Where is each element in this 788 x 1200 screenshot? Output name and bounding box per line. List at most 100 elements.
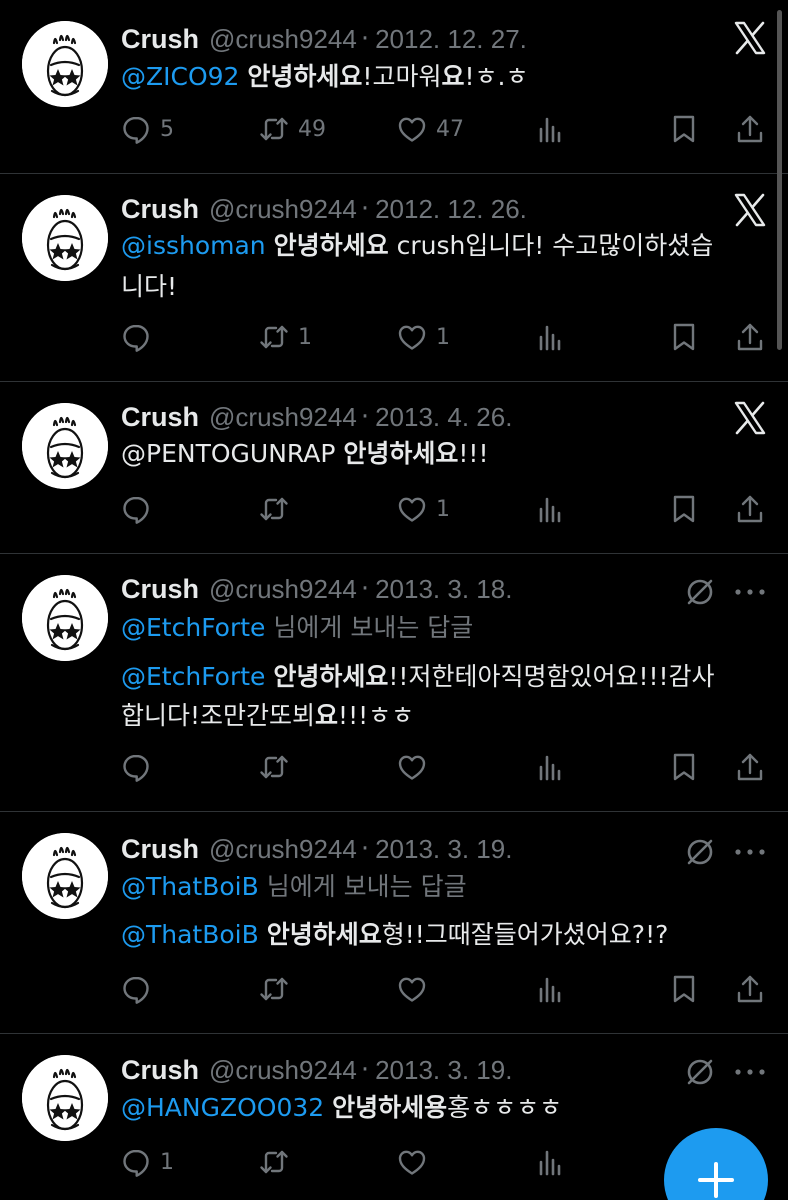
display-name[interactable]: Crush xyxy=(121,402,199,433)
tweet-date[interactable]: 2013. 3. 19. xyxy=(375,834,512,865)
tweet-date[interactable]: 2013. 3. 18. xyxy=(375,574,512,605)
tweet-date[interactable]: 2013. 3. 19. xyxy=(375,1055,512,1086)
retweet-icon xyxy=(258,493,290,525)
like-count: 1 xyxy=(436,324,450,350)
reply-context-text: 님에게 보내는 답글 xyxy=(265,613,474,642)
views-button[interactable] xyxy=(534,1145,566,1179)
reply-to-label[interactable]: @ThatBoiB 님에게 보내는 답글 xyxy=(121,868,771,906)
display-name[interactable]: Crush xyxy=(121,834,199,865)
user-handle[interactable]: @crush9244 xyxy=(209,24,357,55)
retweet-count: 1 xyxy=(298,324,312,350)
like-button[interactable] xyxy=(396,972,436,1006)
reply-button[interactable] xyxy=(120,972,160,1006)
tweet-header: Crush @crush9244 · 2012. 12. 26. xyxy=(121,192,527,226)
share-button[interactable] xyxy=(734,320,766,354)
reply-icon xyxy=(120,751,152,783)
mention-link[interactable]: @EtchForte xyxy=(121,662,265,691)
share-button[interactable] xyxy=(734,750,766,784)
reply-button[interactable]: 5 xyxy=(120,112,174,146)
tweet[interactable]: Crush @crush9244 · 2013. 4. 26. @PENTOGU… xyxy=(0,382,788,554)
text-segment: !ㅎ.ㅎ xyxy=(464,62,529,91)
share-button[interactable] xyxy=(734,972,766,1006)
reply-count: 5 xyxy=(160,116,174,142)
like-button[interactable]: 1 xyxy=(396,492,450,526)
bookmark-button[interactable] xyxy=(668,112,700,146)
retweet-button[interactable] xyxy=(258,750,298,784)
more-options-icon[interactable] xyxy=(732,582,768,602)
bookmark-button[interactable] xyxy=(668,492,700,526)
views-button[interactable] xyxy=(534,972,566,1006)
more-options-icon[interactable] xyxy=(732,842,768,862)
display-name[interactable]: Crush xyxy=(121,1055,199,1086)
retweet-button[interactable] xyxy=(258,492,298,526)
reply-button[interactable] xyxy=(120,492,160,526)
mention-link[interactable]: @ThatBoiB xyxy=(121,872,259,901)
user-handle[interactable]: @crush9244 xyxy=(209,402,357,433)
avatar[interactable] xyxy=(22,195,108,281)
reply-icon xyxy=(120,113,152,145)
bookmark-icon xyxy=(668,973,700,1005)
tweet-date[interactable]: 2012. 12. 26. xyxy=(375,194,527,225)
text-segment: crush입니다! 수고많이하셨습 xyxy=(388,231,714,260)
tweet[interactable]: Crush @crush9244 · 2012. 12. 27. @ZICO92… xyxy=(0,0,788,174)
bookmark-button[interactable] xyxy=(668,320,700,354)
more-options-icon[interactable] xyxy=(732,1062,768,1082)
user-handle[interactable]: @crush9244 xyxy=(209,1055,357,1086)
tweet-date[interactable]: 2012. 12. 27. xyxy=(375,24,527,55)
avatar[interactable] xyxy=(22,21,108,107)
mention-link[interactable]: @HANGZOO032 xyxy=(121,1093,324,1122)
tweet-header: Crush @crush9244 · 2013. 3. 19. xyxy=(121,832,512,866)
share-icon xyxy=(734,113,766,145)
tweet[interactable]: Crush @crush9244 · 2012. 12. 26. @isshom… xyxy=(0,174,788,382)
tweet[interactable]: Crush @crush9244 · 2013. 3. 18. @EtchFor… xyxy=(0,554,788,812)
avatar[interactable] xyxy=(22,1055,108,1141)
avatar[interactable] xyxy=(22,403,108,489)
views-button[interactable] xyxy=(534,492,566,526)
retweet-button[interactable] xyxy=(258,972,298,1006)
text-segment: 합니다!조만간또뵈 xyxy=(121,701,316,730)
tweet-text: @EtchForte 안녕하세요!!저한테아직명함있어요!!!감사 xyxy=(121,658,771,696)
scrollbar[interactable] xyxy=(777,10,782,350)
tweet[interactable]: Crush @crush9244 · 2013. 3. 19. @ThatBoi… xyxy=(0,812,788,1034)
views-button[interactable] xyxy=(534,750,566,784)
like-button[interactable] xyxy=(396,1145,436,1179)
separator: · xyxy=(360,194,370,224)
reply-button[interactable] xyxy=(120,750,160,784)
like-icon xyxy=(396,1146,428,1178)
reply-to-label[interactable]: @EtchForte 님에게 보내는 답글 xyxy=(121,609,771,647)
mention-link[interactable]: @ThatBoiB xyxy=(121,920,259,949)
bookmark-button[interactable] xyxy=(668,972,700,1006)
retweet-button[interactable]: 49 xyxy=(258,112,326,146)
display-name[interactable]: Crush xyxy=(121,574,199,605)
tweet-date[interactable]: 2013. 4. 26. xyxy=(375,402,512,433)
user-handle[interactable]: @crush9244 xyxy=(209,574,357,605)
avatar[interactable] xyxy=(22,833,108,919)
share-button[interactable] xyxy=(734,492,766,526)
like-button[interactable] xyxy=(396,750,436,784)
plus-icon xyxy=(696,1160,736,1200)
share-button[interactable] xyxy=(734,112,766,146)
bookmark-icon xyxy=(668,493,700,525)
mention-link[interactable]: @ZICO92 xyxy=(121,62,239,91)
mention-link[interactable]: @EtchForte xyxy=(121,613,265,642)
user-handle[interactable]: @crush9244 xyxy=(209,834,357,865)
display-name[interactable]: Crush xyxy=(121,194,199,225)
retweet-button[interactable] xyxy=(258,1145,298,1179)
reply-button[interactable]: 1 xyxy=(120,1145,174,1179)
reply-button[interactable] xyxy=(120,320,160,354)
bookmark-button[interactable] xyxy=(668,750,700,784)
display-name[interactable]: Crush xyxy=(121,24,199,55)
retweet-button[interactable]: 1 xyxy=(258,320,312,354)
highlighted-text: 안녕하세요 xyxy=(266,920,382,949)
share-icon xyxy=(734,973,766,1005)
avatar[interactable] xyxy=(22,575,108,661)
views-button[interactable] xyxy=(534,112,566,146)
mention-link[interactable]: @isshoman xyxy=(121,231,266,260)
user-handle[interactable]: @crush9244 xyxy=(209,194,357,225)
like-button[interactable]: 47 xyxy=(396,112,464,146)
views-button[interactable] xyxy=(534,320,566,354)
like-count: 47 xyxy=(436,116,464,142)
timeline-feed[interactable]: Crush @crush9244 · 2012. 12. 27. @ZICO92… xyxy=(0,0,788,1200)
like-icon xyxy=(396,751,428,783)
like-button[interactable]: 1 xyxy=(396,320,450,354)
